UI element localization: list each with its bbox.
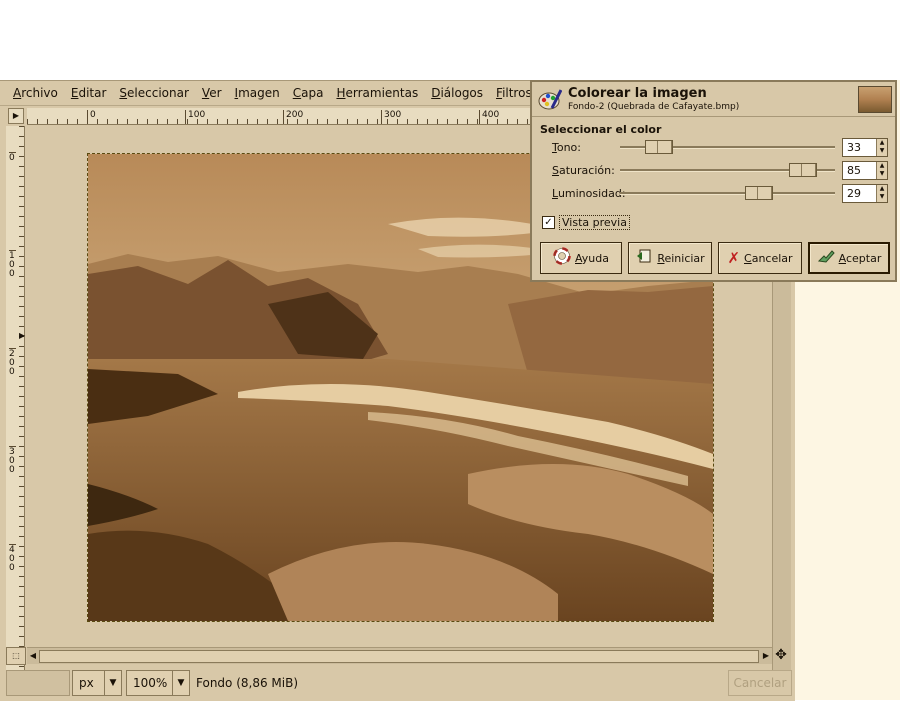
menu-herramientas[interactable]: Herramientas xyxy=(336,86,418,100)
menu-dialogos[interactable]: Diálogos xyxy=(431,86,483,100)
saturation-slider-knob[interactable] xyxy=(788,163,817,177)
saturation-slider-row: Saturación: 85 ▲ ▼ xyxy=(552,161,892,181)
lightness-slider-knob[interactable] xyxy=(744,186,773,200)
menu-imagen[interactable]: Imagen xyxy=(235,86,280,100)
ruler-label: 400 xyxy=(9,544,16,573)
pointer-coordinates xyxy=(6,670,70,696)
vertical-ruler: 0 100 200 300 400 ▶ xyxy=(6,126,25,686)
menu-archivo[interactable]: Archivo xyxy=(13,86,58,100)
ok-hand-icon xyxy=(817,247,835,269)
pointer-marker-icon: ▶ xyxy=(19,331,26,340)
lightness-spinbox[interactable]: 29 ▲ ▼ xyxy=(842,184,888,203)
reset-label: Reiniciar xyxy=(657,251,705,265)
cancel-label: Cancelar xyxy=(744,251,793,265)
horizontal-scrollbar[interactable]: ◀ ▶ xyxy=(27,647,772,664)
ok-label: Aceptar xyxy=(838,251,882,265)
cancel-button[interactable]: ✗ Cancelar xyxy=(718,242,802,274)
ruler-label: 300 xyxy=(381,110,401,124)
saturation-label: Saturación: xyxy=(552,164,615,177)
lightness-value: 29 xyxy=(847,187,861,200)
dialog-header: Colorear la imagen Fondo-2 (Quebrada de … xyxy=(532,82,895,117)
lifebuoy-icon xyxy=(553,247,571,269)
lightness-slider-track[interactable] xyxy=(620,192,835,195)
hue-slider-row: Tono: 33 ▲ ▼ xyxy=(552,138,892,158)
scrollbar-thumb[interactable] xyxy=(39,650,759,663)
hue-spinbox[interactable]: 33 ▲ ▼ xyxy=(842,138,888,157)
saturation-spinbox[interactable]: 85 ▲ ▼ xyxy=(842,161,888,180)
paint-palette-icon xyxy=(538,88,563,110)
ruler-label: 200 xyxy=(9,348,16,377)
spin-arrows-icon[interactable]: ▲ ▼ xyxy=(876,185,887,202)
preview-toggle[interactable]: ✓ Vista previa xyxy=(542,213,630,231)
spin-arrows-icon[interactable]: ▲ ▼ xyxy=(876,139,887,156)
preview-label[interactable]: Vista previa xyxy=(559,214,630,230)
status-cancel-button[interactable]: Cancelar xyxy=(728,670,792,696)
section-title: Seleccionar el color xyxy=(540,123,662,136)
spin-arrows-icon[interactable]: ▲ ▼ xyxy=(876,162,887,179)
saturation-value: 85 xyxy=(847,164,861,177)
menu-seleccionar[interactable]: Seleccionar xyxy=(119,86,189,100)
ruler-label: 400 xyxy=(479,110,499,124)
ok-button[interactable]: Aceptar xyxy=(808,242,890,274)
layer-thumbnail xyxy=(858,86,892,113)
hue-label: Tono: xyxy=(552,141,581,154)
x-icon: ✗ xyxy=(727,249,741,267)
hue-value: 33 xyxy=(847,141,861,154)
zoom-selector[interactable]: 100% ▼ xyxy=(126,670,190,696)
colorize-dialog: Colorear la imagen Fondo-2 (Quebrada de … xyxy=(530,80,897,282)
ruler-label: 200 xyxy=(283,110,303,124)
menu-capa[interactable]: Capa xyxy=(293,86,324,100)
image-menu-button[interactable]: ▶ xyxy=(8,108,24,124)
ruler-label: 100 xyxy=(9,250,16,279)
preview-checkbox[interactable]: ✓ xyxy=(542,215,555,229)
scroll-left-icon[interactable]: ◀ xyxy=(27,649,39,662)
quick-mask-toggle[interactable]: ⬚ xyxy=(6,647,26,665)
dialog-title: Colorear la imagen xyxy=(568,86,707,101)
help-button[interactable]: Ayuda xyxy=(540,242,622,274)
status-message: Fondo (8,86 MiB) xyxy=(196,676,299,690)
unit-selector[interactable]: px ▼ xyxy=(72,670,122,696)
ruler-label: 300 xyxy=(9,446,16,475)
lightness-label: Luminosidad: xyxy=(552,187,626,200)
move-cross-icon[interactable]: ✥ xyxy=(773,647,789,663)
hue-slider-knob[interactable] xyxy=(644,140,673,154)
unit-value: px xyxy=(79,676,94,690)
dropdown-arrow-icon[interactable]: ▼ xyxy=(104,671,121,695)
menu-ver[interactable]: Ver xyxy=(202,86,222,100)
ruler-label: 0 xyxy=(9,152,16,163)
dialog-subtitle: Fondo-2 (Quebrada de Cafayate.bmp) xyxy=(568,102,740,112)
zoom-value: 100% xyxy=(133,676,168,690)
ruler-label: 0 xyxy=(87,110,96,124)
menu-editar[interactable]: Editar xyxy=(71,86,107,100)
help-label: Ayuda xyxy=(575,251,609,265)
undo-icon xyxy=(635,247,653,269)
ruler-label: 100 xyxy=(185,110,205,124)
statusbar: px ▼ 100% ▼ Fondo (8,86 MiB) Cancelar xyxy=(0,667,795,697)
scroll-right-icon[interactable]: ▶ xyxy=(760,649,772,662)
dropdown-arrow-icon[interactable]: ▼ xyxy=(172,671,189,695)
lightness-slider-row: Luminosidad: 29 ▲ ▼ xyxy=(552,184,892,204)
menu-filtros[interactable]: Filtros xyxy=(496,86,532,100)
reset-button[interactable]: Reiniciar xyxy=(628,242,712,274)
